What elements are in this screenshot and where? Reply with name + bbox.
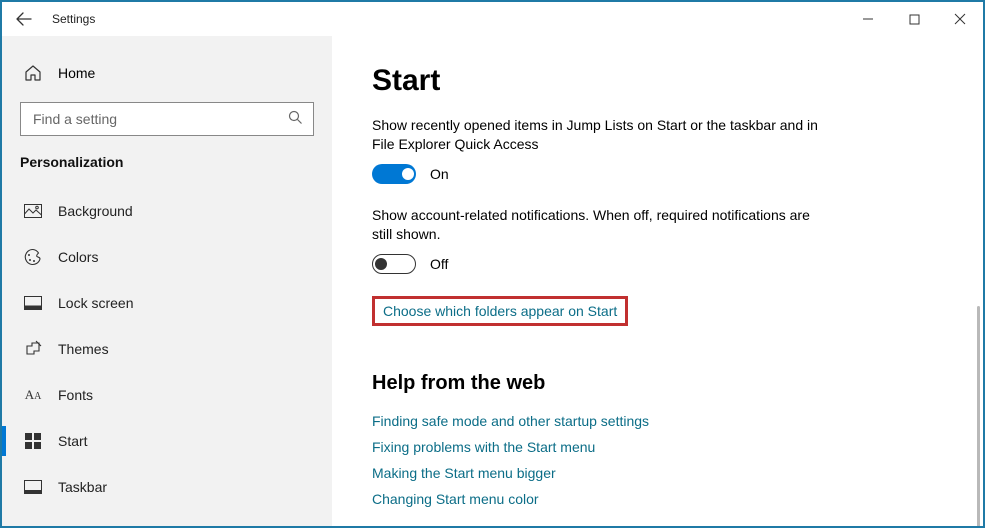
toggle-jumplist[interactable] [372,164,416,184]
nav-list: Background Colors Lock screen Themes AA … [2,188,332,510]
fonts-icon: AA [24,386,42,404]
page-title: Start [372,64,943,98]
sidebar-item-lock-screen[interactable]: Lock screen [2,280,332,326]
setting-jumplist-row: On [372,164,943,184]
sidebar-item-taskbar[interactable]: Taskbar [2,464,332,510]
search-icon [288,110,303,128]
sidebar-item-label: Colors [58,249,98,265]
help-section-title: Help from the web [372,372,943,395]
maximize-icon [909,14,920,25]
minimize-icon [862,13,874,25]
settings-window: Settings Home [0,0,985,528]
help-links: Finding safe mode and other startup sett… [372,413,943,507]
sidebar-item-colors[interactable]: Colors [2,234,332,280]
window-title: Settings [52,12,95,26]
setting-account-desc: Show account-related notifications. When… [372,206,822,244]
sidebar-item-label: Background [58,203,133,219]
search-input[interactable] [31,110,288,128]
sidebar-item-label: Taskbar [58,479,107,495]
lock-screen-icon [24,294,42,312]
titlebar: Settings [2,2,983,36]
sidebar-item-themes[interactable]: Themes [2,326,332,372]
toggle-account-label: Off [430,256,448,272]
search-box[interactable] [20,102,314,136]
sidebar-item-start[interactable]: Start [2,418,332,464]
toggle-account-notifications[interactable] [372,254,416,274]
setting-jumplist-desc: Show recently opened items in Jump Lists… [372,116,822,154]
home-button[interactable]: Home [2,56,332,90]
home-icon [24,64,42,82]
themes-icon [24,340,42,358]
taskbar-icon [24,478,42,496]
close-icon [954,13,966,25]
picture-icon [24,202,42,220]
section-header: Personalization [2,154,332,188]
sidebar-item-background[interactable]: Background [2,188,332,234]
help-link-start-color[interactable]: Changing Start menu color [372,491,943,507]
start-icon [24,432,42,450]
toggle-jumplist-label: On [430,166,449,182]
content-pane: Start Show recently opened items in Jump… [332,36,983,526]
setting-account-row: Off [372,254,943,274]
maximize-button[interactable] [891,2,937,36]
help-link-safe-mode[interactable]: Finding safe mode and other startup sett… [372,413,943,429]
home-label: Home [58,65,95,81]
sidebar-item-label: Lock screen [58,295,133,311]
sidebar: Home Personalization Background Colors [2,36,332,526]
help-link-fixing-start[interactable]: Fixing problems with the Start menu [372,439,943,455]
back-button[interactable] [2,2,46,36]
choose-folders-link[interactable]: Choose which folders appear on Start [372,296,628,326]
back-arrow-icon [16,11,32,27]
minimize-button[interactable] [845,2,891,36]
palette-icon [24,248,42,266]
sidebar-item-label: Themes [58,341,109,357]
scrollbar[interactable] [977,306,980,526]
window-controls [845,2,983,36]
help-link-bigger-start[interactable]: Making the Start menu bigger [372,465,943,481]
sidebar-item-label: Fonts [58,387,93,403]
sidebar-item-label: Start [58,433,88,449]
sidebar-item-fonts[interactable]: AA Fonts [2,372,332,418]
close-button[interactable] [937,2,983,36]
